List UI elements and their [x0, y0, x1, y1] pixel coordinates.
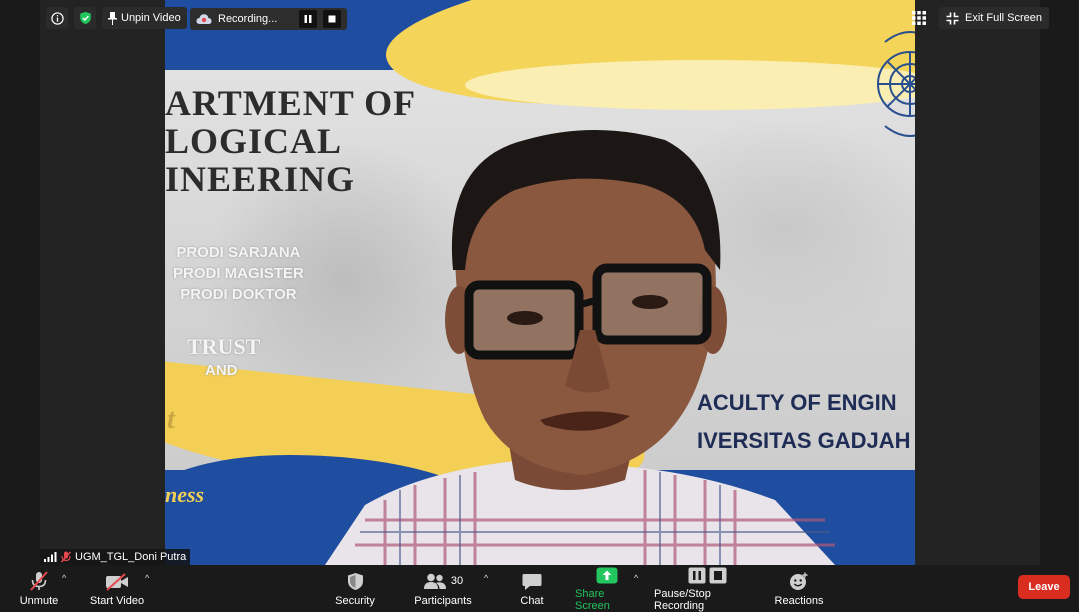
- script-text-top: t: [167, 404, 175, 435]
- security-label: Security: [335, 594, 375, 607]
- video-top-controls: Unpin Video: [46, 7, 187, 29]
- leave-meeting-button[interactable]: Leave: [1018, 575, 1070, 599]
- speaker-person: [325, 130, 835, 565]
- muted-microphone-icon: [30, 570, 48, 591]
- share-options-chevron-icon[interactable]: ^: [634, 573, 638, 583]
- reactions-label: Reactions: [774, 594, 824, 607]
- participant-name-tag: UGM_TGL_Doni Putra: [40, 549, 191, 565]
- encryption-button[interactable]: [74, 7, 96, 29]
- pin-icon: [108, 11, 117, 25]
- script-text-bottom: ness: [165, 482, 205, 507]
- exit-fullscreen-icon: [946, 12, 959, 24]
- participant-name: UGM_TGL_Doni Putra: [75, 551, 187, 563]
- exit-full-screen-button[interactable]: Exit Full Screen: [939, 7, 1050, 29]
- participants-count: 30: [450, 574, 464, 587]
- meeting-info-button[interactable]: [46, 7, 68, 29]
- share-screen-icon: [596, 567, 618, 584]
- pause-stop-recording-button[interactable]: Pause/Stop Recording: [654, 565, 760, 612]
- unpin-video-button[interactable]: Unpin Video: [102, 7, 187, 29]
- exit-full-screen-label: Exit Full Screen: [965, 12, 1043, 24]
- muted-mic-icon: [61, 551, 71, 563]
- start-video-label: Start Video: [89, 594, 145, 607]
- security-button[interactable]: Security: [330, 565, 380, 612]
- trust-text: TRUST: [187, 334, 261, 359]
- participants-label: Participants: [414, 594, 472, 607]
- letterbox-left: [40, 0, 165, 565]
- shield-check-icon: [79, 11, 91, 25]
- chat-button[interactable]: Chat: [515, 565, 549, 612]
- chat-bubble-icon: [522, 573, 542, 590]
- active-speaker-video: ARTMENT OF LOGICAL INEERING PRODI SARJAN…: [165, 0, 915, 565]
- stop-recording-button[interactable]: [323, 10, 342, 28]
- reactions-button[interactable]: Reactions: [774, 565, 824, 612]
- gallery-view-icon[interactable]: [912, 11, 926, 25]
- audio-options-chevron-icon[interactable]: ^: [62, 573, 66, 583]
- unmute-button[interactable]: Unmute: [17, 565, 61, 612]
- security-shield-icon: [347, 572, 363, 590]
- video-off-icon: [106, 572, 128, 591]
- participants-icon: [423, 573, 446, 589]
- unpin-video-label: Unpin Video: [121, 12, 181, 24]
- recording-label: Recording...: [218, 13, 278, 25]
- share-screen-label: Share Screen: [575, 588, 610, 612]
- meeting-stage: ARTMENT OF LOGICAL INEERING PRODI SARJAN…: [0, 0, 1079, 565]
- stop-icon: [328, 15, 336, 23]
- meeting-toolbar: Unmute ^ Start Video ^ Security 30 Parti…: [0, 565, 1079, 612]
- video-options-chevron-icon[interactable]: ^: [145, 573, 149, 583]
- share-screen-button[interactable]: Share Screen: [575, 565, 639, 612]
- pause-recording-icon: [688, 567, 705, 584]
- letterbox-right: [915, 0, 1040, 565]
- pause-stop-recording-label: Pause/Stop Recording: [654, 588, 711, 612]
- info-icon: [50, 11, 64, 25]
- signal-strength-icon: [44, 552, 57, 562]
- participants-options-chevron-icon[interactable]: ^: [484, 573, 488, 583]
- stop-recording-icon: [709, 567, 726, 584]
- recording-indicator: Recording...: [190, 8, 348, 30]
- pause-icon: [304, 15, 312, 23]
- chat-label: Chat: [520, 594, 544, 607]
- cloud-recording-icon: [196, 14, 212, 24]
- participants-button[interactable]: 30 Participants: [413, 565, 473, 612]
- pause-recording-button[interactable]: [299, 10, 318, 28]
- reactions-smiley-icon: [790, 572, 808, 590]
- unmute-label: Unmute: [19, 594, 59, 607]
- and-text: AND: [205, 362, 238, 379]
- start-video-button[interactable]: Start Video: [88, 565, 146, 612]
